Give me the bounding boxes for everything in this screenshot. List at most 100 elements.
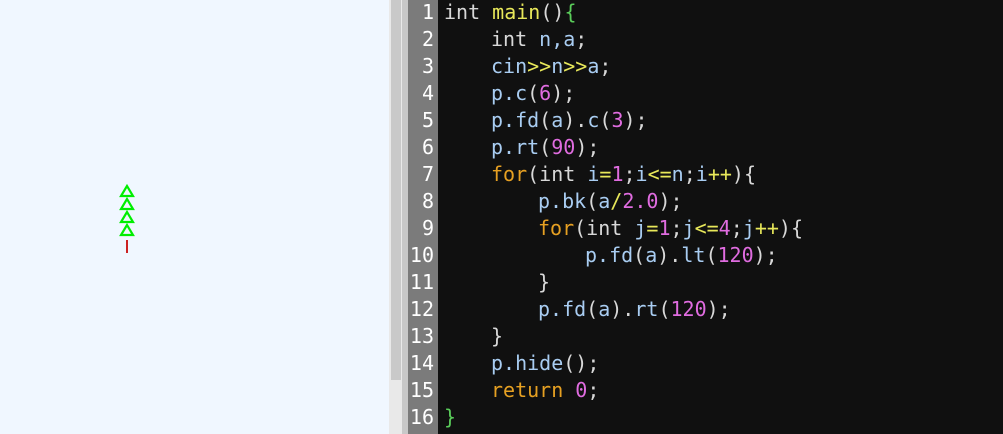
- code-line[interactable]: p.hide();: [491, 350, 599, 377]
- code-token: ).: [610, 297, 635, 321]
- code-token: =: [599, 162, 612, 186]
- code-line[interactable]: p.fd(a).c(3);: [491, 107, 648, 134]
- code-token: ;: [670, 216, 683, 240]
- code-line[interactable]: p.rt(90);: [491, 134, 599, 161]
- code-token: for: [538, 216, 575, 240]
- code-line[interactable]: cin>>n>>a;: [491, 53, 611, 80]
- code-token: main: [492, 0, 541, 24]
- code-token: 4: [718, 216, 731, 240]
- code-token: j: [682, 216, 695, 240]
- code-token: 90: [551, 135, 576, 159]
- code-token: ;: [730, 216, 743, 240]
- tree-branch-triangle: [119, 209, 135, 224]
- code-line[interactable]: }: [444, 404, 456, 431]
- code-token: for: [491, 162, 528, 186]
- code-token: p.hide: [491, 351, 564, 375]
- code-token: 0: [575, 378, 588, 402]
- code-token: 1: [611, 162, 624, 186]
- code-token: lt: [681, 243, 706, 267]
- code-token: (: [586, 297, 599, 321]
- code-line[interactable]: p.bk(a/2.0);: [538, 188, 683, 215]
- code-token: n: [671, 162, 684, 186]
- code-token: ){: [778, 216, 803, 240]
- code-token: <=: [647, 162, 672, 186]
- code-token: );: [575, 135, 600, 159]
- code-token: ;: [683, 162, 696, 186]
- code-token: >>: [563, 54, 588, 78]
- tree-drawing: [119, 183, 135, 253]
- code-token: ++: [754, 216, 779, 240]
- code-token: (: [527, 81, 540, 105]
- code-token: (: [539, 108, 552, 132]
- code-token: j: [634, 216, 647, 240]
- code-token: (): [540, 0, 565, 24]
- code-token: i: [695, 162, 708, 186]
- code-token: ;: [599, 54, 612, 78]
- code-line[interactable]: for(int j=1;j<=4;j++){: [538, 215, 803, 242]
- line-number: 8: [421, 189, 434, 213]
- code-token: n,a: [539, 27, 576, 51]
- code-line[interactable]: }: [491, 323, 503, 350]
- code-token: >>: [527, 54, 552, 78]
- scrollbar-thumb[interactable]: [391, 0, 401, 380]
- code-editor[interactable]: 1 2 3 4 5 6 7 8 9 10 11 12 13 14 15 16 int main(){int n…: [408, 0, 1003, 434]
- code-token: p.rt: [491, 135, 540, 159]
- code-token: );: [753, 243, 778, 267]
- code-token: ;: [623, 162, 636, 186]
- code-token: <=: [694, 216, 719, 240]
- code-token: (: [599, 108, 612, 132]
- code-token: }: [444, 405, 457, 429]
- code-token: (: [527, 162, 540, 186]
- code-token: (: [586, 189, 599, 213]
- line-number: 12: [409, 297, 434, 321]
- code-line[interactable]: for(int i=1;i<=n;i++){: [491, 161, 756, 188]
- code-token: p.fd: [491, 108, 540, 132]
- line-number: 15: [409, 378, 434, 402]
- code-token: );: [551, 81, 576, 105]
- code-token: =: [646, 216, 659, 240]
- code-token: /: [610, 189, 623, 213]
- code-line[interactable]: int main(){: [444, 0, 576, 26]
- code-token: int: [491, 27, 540, 51]
- code-token: (: [574, 216, 587, 240]
- code-token: 6: [539, 81, 552, 105]
- line-number: 4: [421, 81, 434, 105]
- code-token: rt: [634, 297, 659, 321]
- code-token: p.c: [491, 81, 528, 105]
- code-token: p.bk: [538, 189, 587, 213]
- code-token: n: [551, 54, 564, 78]
- code-token: );: [623, 108, 648, 132]
- code-token: ;: [587, 378, 600, 402]
- code-line[interactable]: p.fd(a).lt(120);: [585, 242, 778, 269]
- code-token: int: [586, 216, 635, 240]
- code-line[interactable]: }: [538, 269, 550, 296]
- code-token: ++: [707, 162, 732, 186]
- line-number: 5: [421, 108, 434, 132]
- code-token: {: [564, 0, 577, 24]
- code-token: 1: [658, 216, 671, 240]
- line-number: 9: [421, 216, 434, 240]
- code-token: (: [633, 243, 646, 267]
- code-token: return: [491, 378, 576, 402]
- code-token: p.fd: [585, 243, 634, 267]
- code-token: int: [444, 0, 493, 24]
- code-token: );: [658, 189, 683, 213]
- line-number: 14: [409, 351, 434, 375]
- code-token: cin: [491, 54, 528, 78]
- line-number: 11: [409, 270, 434, 294]
- line-number: 3: [421, 54, 434, 78]
- code-token: 120: [717, 243, 754, 267]
- line-number: 10: [409, 243, 434, 267]
- code-token: ){: [731, 162, 756, 186]
- code-line[interactable]: return 0;: [491, 377, 599, 404]
- line-number: 2: [421, 27, 434, 51]
- code-token: (: [658, 297, 671, 321]
- code-token: a: [598, 189, 611, 213]
- code-line[interactable]: p.fd(a).rt(120);: [538, 296, 731, 323]
- code-token: (: [539, 135, 552, 159]
- code-token: 120: [670, 297, 707, 321]
- code-line[interactable]: int n,a;: [491, 26, 587, 53]
- code-token: ();: [563, 351, 600, 375]
- code-line[interactable]: p.c(6);: [491, 80, 575, 107]
- code-token: i: [587, 162, 600, 186]
